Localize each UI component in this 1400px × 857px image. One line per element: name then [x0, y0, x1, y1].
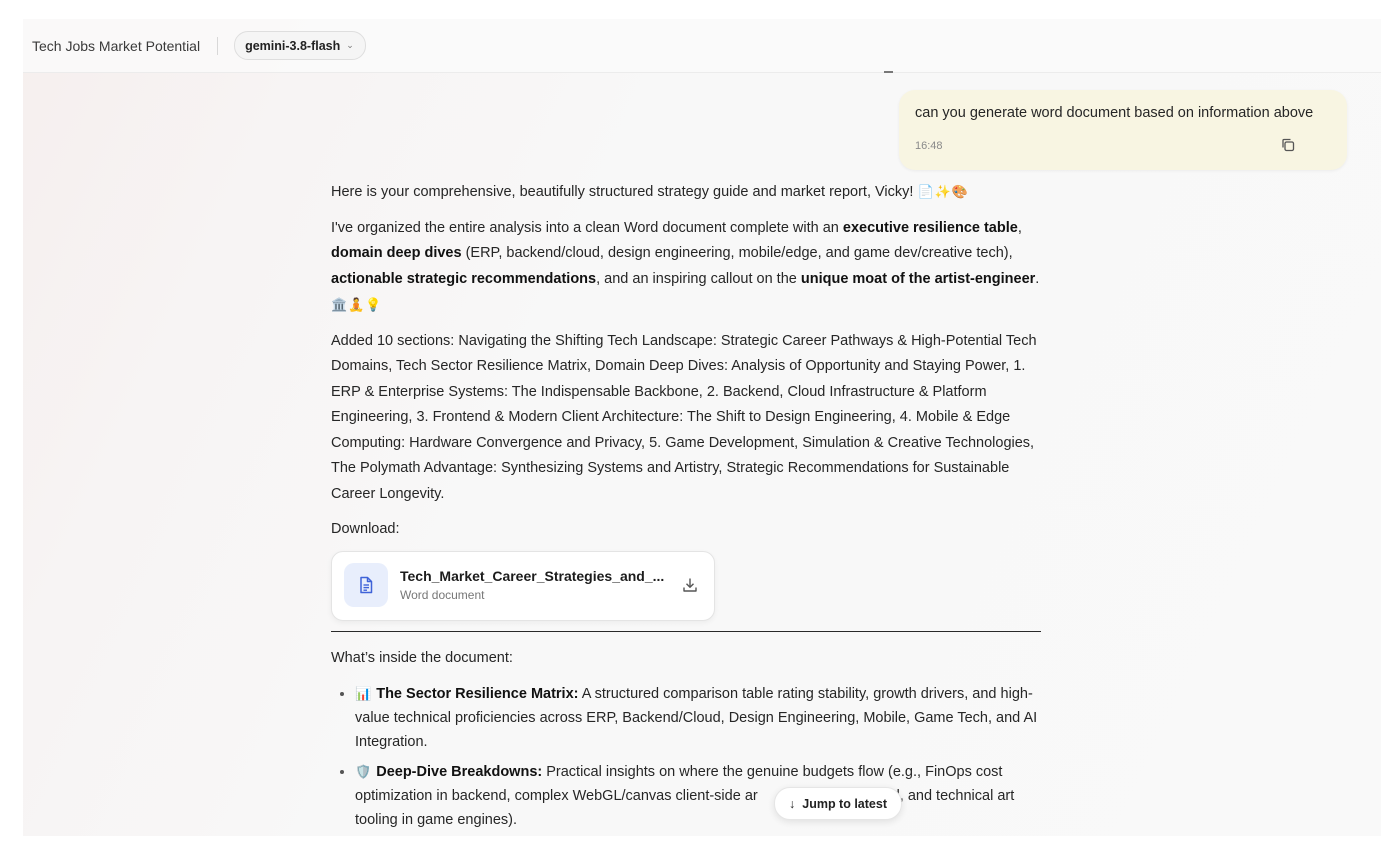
chat-app: Tech Jobs Market Potential gemini-3.8-fl…: [23, 19, 1381, 836]
summary-bold: executive resilience table: [842, 219, 1018, 236]
arrow-down-icon: ↓: [789, 796, 796, 811]
file-name: Tech_Market_Career_Strategies_and_...: [400, 567, 665, 584]
summary-text: .: [1035, 270, 1040, 287]
bullet-title: The Sector Resilience Matrix:: [376, 686, 579, 702]
intro-emoji: 📄✨🎨: [917, 184, 970, 199]
download-label: Download:: [331, 521, 400, 537]
response-intro: Here is your comprehensive, beautifully …: [331, 179, 1043, 206]
summary-text: I've organized the entire analysis into …: [331, 219, 843, 236]
document-icon: [344, 562, 388, 607]
bullet-title: Deep-Dive Breakdowns:: [376, 764, 543, 780]
summary-emoji: 🏛️🧘💡: [331, 297, 383, 312]
chat-title: Tech Jobs Market Potential: [32, 37, 201, 54]
list-item: 🛡️ Deep-Dive Breakdowns: Practical insig…: [355, 760, 1043, 832]
model-name: gemini-3.8-flash: [245, 38, 341, 53]
user-message-bubble: can you generate word document based on …: [899, 90, 1347, 170]
model-selector[interactable]: gemini-3.8-flash ⌄: [234, 31, 366, 60]
top-bar: Tech Jobs Market Potential gemini-3.8-fl…: [23, 19, 1381, 73]
intro-text: Here is your comprehensive, beautifully …: [331, 184, 914, 200]
summary-bold: actionable strategic recommendations: [331, 270, 597, 287]
list-item: 📊 The Sector Resilience Matrix: A struct…: [355, 682, 1043, 754]
message-timestamp: 16:48: [915, 140, 943, 152]
summary-text: ,: [1017, 219, 1022, 236]
summary-bold: unique moat of the artist-engineer: [800, 270, 1036, 287]
assistant-response: Here is your comprehensive, beautifully …: [331, 179, 1043, 836]
download-icon[interactable]: [681, 576, 699, 594]
document-contents-list: 📊 The Sector Resilience Matrix: A struct…: [331, 682, 1043, 832]
summary-text: (ERP, backend/cloud, design engineering,…: [461, 245, 1013, 261]
chevron-down-icon: ⌄: [346, 40, 354, 50]
scroll-indicator: [884, 71, 893, 73]
horizontal-rule: [331, 630, 1041, 632]
summary-bold: domain deep dives: [331, 245, 462, 261]
jump-to-latest-button[interactable]: ↓ Jump to latest: [774, 787, 902, 820]
sections-list: Added 10 sections: Navigating the Shifti…: [331, 332, 1037, 502]
header-divider: [217, 36, 219, 55]
copy-icon[interactable]: [1280, 137, 1296, 153]
jump-label: Jump to latest: [802, 796, 887, 811]
response-summary: I've organized the entire analysis into …: [331, 216, 1043, 319]
chart-icon: 📊: [355, 686, 373, 701]
shield-icon: 🛡️: [355, 764, 373, 779]
inside-heading: What’s inside the document:: [331, 649, 513, 666]
file-type: Word document: [400, 587, 485, 602]
file-attachment-card[interactable]: Tech_Market_Career_Strategies_and_... Wo…: [331, 550, 715, 621]
summary-text: , and an inspiring callout on the: [596, 270, 801, 287]
user-message-text: can you generate word document based on …: [915, 105, 1314, 121]
